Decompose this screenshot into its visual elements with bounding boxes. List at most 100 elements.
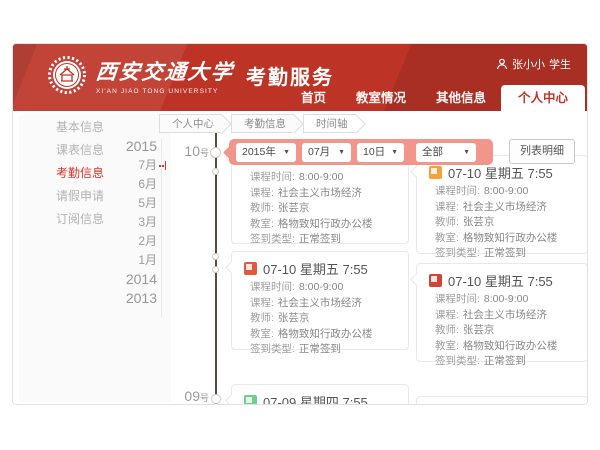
year-select[interactable]: 2015年▼: [236, 143, 296, 162]
sidebar-item-basic-info[interactable]: 基本信息: [13, 116, 133, 139]
field-label: 教师:: [435, 216, 459, 228]
signin-status-icon: [429, 166, 442, 179]
field-label: 签到类型:: [250, 233, 295, 245]
field-value: 张芸京: [278, 202, 310, 214]
field-label: 教室:: [435, 340, 459, 352]
timeline-node: [210, 147, 221, 158]
attendance-card: 07-09 星期四 7:55: [231, 384, 409, 405]
field-label: 教室:: [435, 232, 459, 244]
day-select[interactable]: 10日▼: [357, 143, 404, 162]
timeline-nav-jun[interactable]: 6月: [109, 175, 157, 194]
nav-item-personal-center[interactable]: 个人中心: [501, 85, 585, 111]
timeline-node: [212, 266, 219, 273]
timeline-month-nav: 2015 7月 6月 5月 3月 2月 1月 2014 2013: [109, 137, 157, 308]
date-filter-bubble: 2015年▼ 07月▼ 10日▼ 全部▼: [229, 139, 493, 165]
chevron-down-icon: ▼: [283, 143, 290, 162]
chevron-down-icon: ▼: [338, 143, 345, 162]
field-label: 教室:: [250, 218, 274, 230]
signin-status-icon: [244, 262, 257, 275]
breadcrumb-timeline[interactable]: 时间轴: [303, 114, 356, 133]
field-value: 张芸京: [278, 312, 310, 324]
content-area: 基本信息 课表信息 考勤信息 请假申请 订阅信息 个人中心 考勤信息 时间轴 2…: [13, 111, 587, 405]
list-detail-button[interactable]: 列表明细: [509, 139, 575, 164]
university-logo-icon: [47, 55, 87, 95]
main-nav: 首页 教室情况 其他信息 个人中心: [286, 85, 585, 111]
app-window: 西安交通大学 XI'AN JIAO TONG UNIVERSITY 考勤服务 张…: [12, 43, 588, 405]
attendance-card: 07-10 星期五 7:55 课程时间: 8:00-9:00 课程: 社会主义市场经…: [231, 251, 409, 350]
nav-item-home[interactable]: 首页: [286, 85, 341, 111]
user-name: 张小小: [512, 56, 545, 72]
field-value: 8:00-9:00: [484, 293, 528, 305]
field-value: 社会主义市场经济: [278, 187, 362, 199]
timeline-nav-2014[interactable]: 2014: [109, 270, 157, 289]
field-value: 8:00-9:00: [299, 281, 343, 293]
field-value: 社会主义市场经济: [463, 309, 547, 321]
user-info[interactable]: 张小小 学生: [496, 56, 571, 72]
card-title: 07-10 星期五 7:55: [448, 271, 553, 290]
type-select[interactable]: 全部▼: [416, 143, 476, 162]
field-value: 张芸京: [463, 324, 495, 336]
breadcrumb-attendance-info[interactable]: 考勤信息: [231, 114, 294, 133]
university-name-cn: 西安交通大学: [94, 56, 235, 86]
month-select[interactable]: 07月▼: [302, 143, 351, 162]
nav-item-classrooms[interactable]: 教室情况: [341, 85, 421, 111]
timeline-nav-feb[interactable]: 2月: [109, 232, 157, 251]
field-value: 社会主义市场经济: [278, 297, 362, 309]
month-nav-divider: [161, 139, 162, 317]
breadcrumb-personal-center[interactable]: 个人中心: [159, 114, 222, 133]
timeline-nav-may[interactable]: 5月: [109, 194, 157, 213]
field-label: 签到类型:: [435, 247, 480, 259]
timeline-nav-mar[interactable]: 3月: [109, 213, 157, 232]
timeline-node: [212, 253, 219, 260]
signin-status-icon: [244, 395, 257, 405]
timeline-nav-jul[interactable]: 7月: [109, 156, 157, 175]
field-value: 格物致知行政办公楼: [278, 328, 373, 340]
attendance-card: 07-10 星期五 7:55 课程时间: 8:00-9:00 课程: 社会主义市场经…: [416, 155, 588, 254]
attendance-card: 07-10 星期五 7:55 课程时间: 8:00-9:00 课程: 社会主义市场经…: [416, 263, 588, 362]
chevron-down-icon: ▼: [391, 143, 398, 162]
field-label: 课程时间:: [250, 171, 295, 183]
breadcrumb: 个人中心 考勤信息 时间轴: [159, 114, 365, 133]
app-header: 西安交通大学 XI'AN JIAO TONG UNIVERSITY 考勤服务 张…: [13, 44, 587, 111]
field-label: 课程时间:: [435, 293, 480, 305]
signin-status-icon: [429, 274, 442, 287]
timeline-nav-2015[interactable]: 2015: [109, 137, 157, 156]
field-label: 签到类型:: [250, 343, 295, 355]
field-value: 8:00-9:00: [484, 185, 528, 197]
field-label: 课程:: [250, 297, 274, 309]
field-label: 课程时间:: [435, 185, 480, 197]
field-value: 格物致知行政办公楼: [463, 232, 558, 244]
nav-item-other[interactable]: 其他信息: [421, 85, 501, 111]
field-label: 课程:: [435, 309, 459, 321]
user-role: 学生: [549, 56, 571, 72]
field-value: 张芸京: [463, 216, 495, 228]
field-label: 课程时间:: [250, 281, 295, 293]
field-value: 格物致知行政办公楼: [463, 340, 558, 352]
timeline-node: [212, 168, 219, 175]
field-value: 正常签到: [484, 355, 526, 367]
field-label: 签到类型:: [435, 355, 480, 367]
field-label: 教师:: [435, 324, 459, 336]
timeline-nav-jan[interactable]: 1月: [109, 251, 157, 270]
field-label: 课程:: [250, 187, 274, 199]
field-label: 教师:: [250, 202, 274, 214]
field-value: 8:00-9:00: [299, 171, 343, 183]
chevron-down-icon: ▼: [463, 143, 470, 162]
field-label: 课程:: [435, 201, 459, 213]
field-label: 教师:: [250, 312, 274, 324]
attendance-card-peek: [416, 396, 588, 405]
field-value: 正常签到: [299, 233, 341, 245]
card-title: 07-09 星期四 7:55: [263, 392, 368, 405]
field-value: 正常签到: [484, 247, 526, 259]
university-name-en: XI'AN JIAO TONG UNIVERSITY: [96, 88, 234, 95]
timeline-nav-2013[interactable]: 2013: [109, 289, 157, 308]
card-title: 07-10 星期五 7:55: [263, 259, 368, 278]
field-label: 教室:: [250, 328, 274, 340]
timeline-day-label-09: 09号: [169, 388, 209, 405]
field-value: 社会主义市场经济: [463, 201, 547, 213]
card-title: 07-10 星期五 7:55: [448, 163, 553, 182]
field-value: 正常签到: [299, 343, 341, 355]
timeline-day-label-10: 10号: [169, 143, 209, 161]
user-icon: [496, 58, 508, 70]
timeline-node: [211, 394, 221, 404]
